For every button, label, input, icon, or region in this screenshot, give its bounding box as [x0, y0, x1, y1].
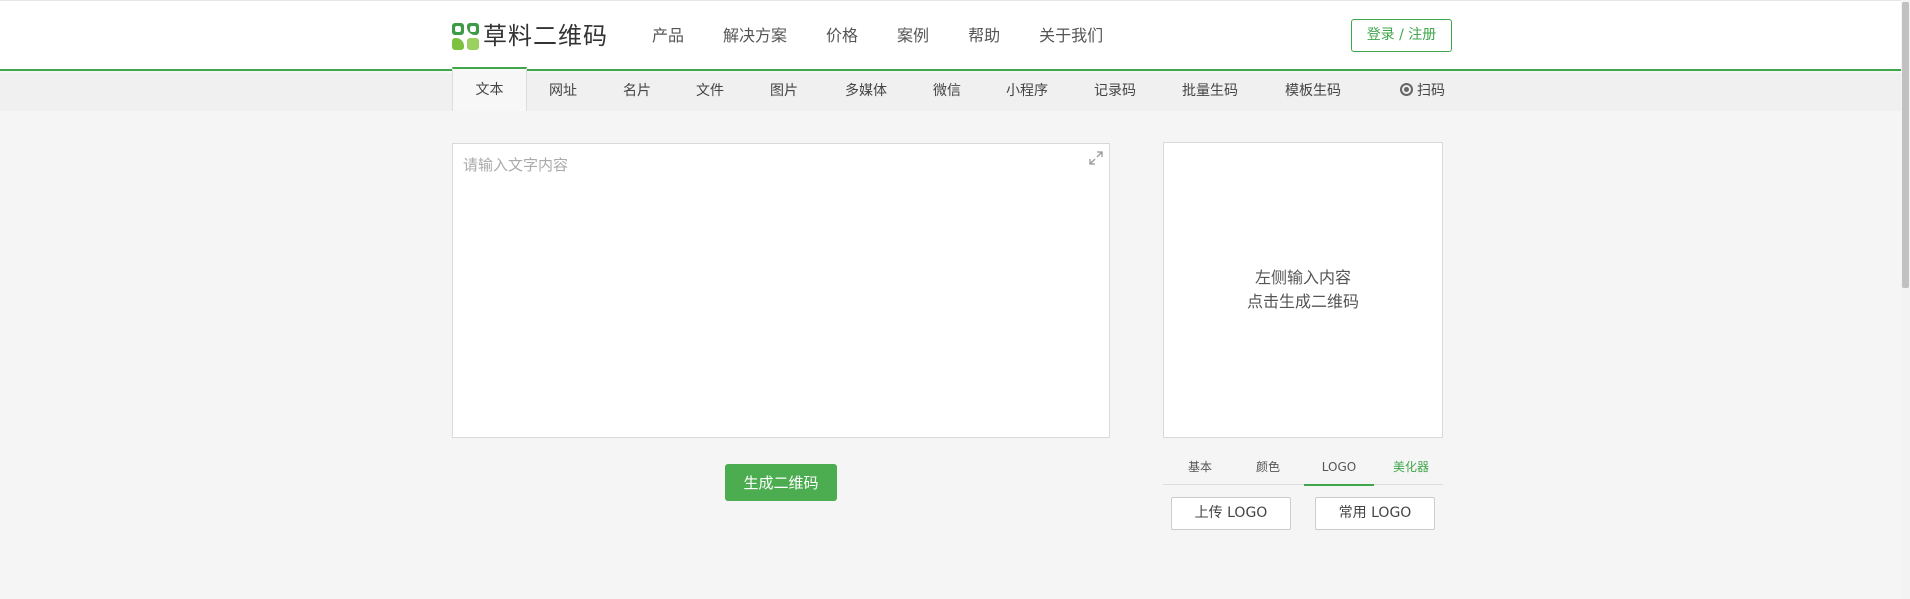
style-tab-basic[interactable]: 基本 — [1175, 455, 1225, 485]
login-register-button[interactable]: 登录 / 注册 — [1351, 19, 1452, 52]
common-logo-button[interactable]: 常用 LOGO — [1315, 497, 1435, 530]
nav-products[interactable]: 产品 — [652, 23, 684, 49]
tab-card[interactable]: 名片 — [612, 73, 662, 111]
nav-about[interactable]: 关于我们 — [1039, 23, 1103, 49]
scrollbar-thumb[interactable] — [1902, 2, 1909, 288]
nav-cases[interactable]: 案例 — [897, 23, 929, 49]
nav-pricing[interactable]: 价格 — [826, 23, 858, 49]
style-tab-color[interactable]: 颜色 — [1243, 455, 1293, 485]
tab-file[interactable]: 文件 — [685, 73, 735, 111]
nav-help[interactable]: 帮助 — [968, 23, 1000, 49]
expand-icon[interactable] — [1089, 151, 1103, 165]
qr-type-tabbar: 文本 网址 名片 文件 图片 多媒体 微信 小程序 记录码 批量生码 模板生码 … — [0, 67, 1910, 111]
qrcode-preview-panel: 左侧输入内容 点击生成二维码 — [1163, 142, 1443, 438]
tab-record-code[interactable]: 记录码 — [1085, 73, 1145, 111]
tab-text[interactable]: 文本 — [452, 67, 527, 111]
preview-hint-line2: 点击生成二维码 — [1246, 292, 1359, 311]
brand-logo[interactable]: 草料二维码 — [452, 22, 608, 50]
tab-miniprogram[interactable]: 小程序 — [997, 73, 1057, 111]
tab-wechat[interactable]: 微信 — [922, 73, 972, 111]
text-editor — [452, 143, 1110, 438]
main-nav: 产品 解决方案 价格 案例 帮助 关于我们 — [652, 23, 1142, 49]
scan-label: 扫码 — [1417, 83, 1445, 99]
tab-template-generate[interactable]: 模板生码 — [1278, 73, 1348, 111]
scan-link[interactable]: 扫码 — [1395, 73, 1450, 111]
logo-mark-icon — [452, 22, 479, 50]
tab-url[interactable]: 网址 — [538, 73, 588, 111]
generate-qrcode-button[interactable]: 生成二维码 — [725, 464, 837, 501]
tab-multimedia[interactable]: 多媒体 — [836, 73, 896, 111]
style-tabs: 基本 颜色 LOGO 美化器 — [1163, 455, 1443, 486]
top-header: 草料二维码 产品 解决方案 价格 案例 帮助 关于我们 登录 / 注册 — [0, 0, 1910, 71]
page-scrollbar[interactable] — [1901, 0, 1910, 599]
upload-logo-button[interactable]: 上传 LOGO — [1171, 497, 1291, 530]
nav-solutions[interactable]: 解决方案 — [723, 23, 787, 49]
tab-image[interactable]: 图片 — [759, 73, 809, 111]
style-tab-beautifier[interactable]: 美化器 — [1383, 455, 1439, 485]
preview-hint-line1: 左侧输入内容 — [1254, 268, 1351, 287]
brand-name: 草料二维码 — [483, 22, 608, 50]
content-textarea[interactable] — [453, 144, 1109, 437]
style-tab-logo[interactable]: LOGO — [1304, 455, 1374, 486]
camera-icon — [1400, 83, 1413, 96]
tab-batch-generate[interactable]: 批量生码 — [1175, 73, 1245, 111]
